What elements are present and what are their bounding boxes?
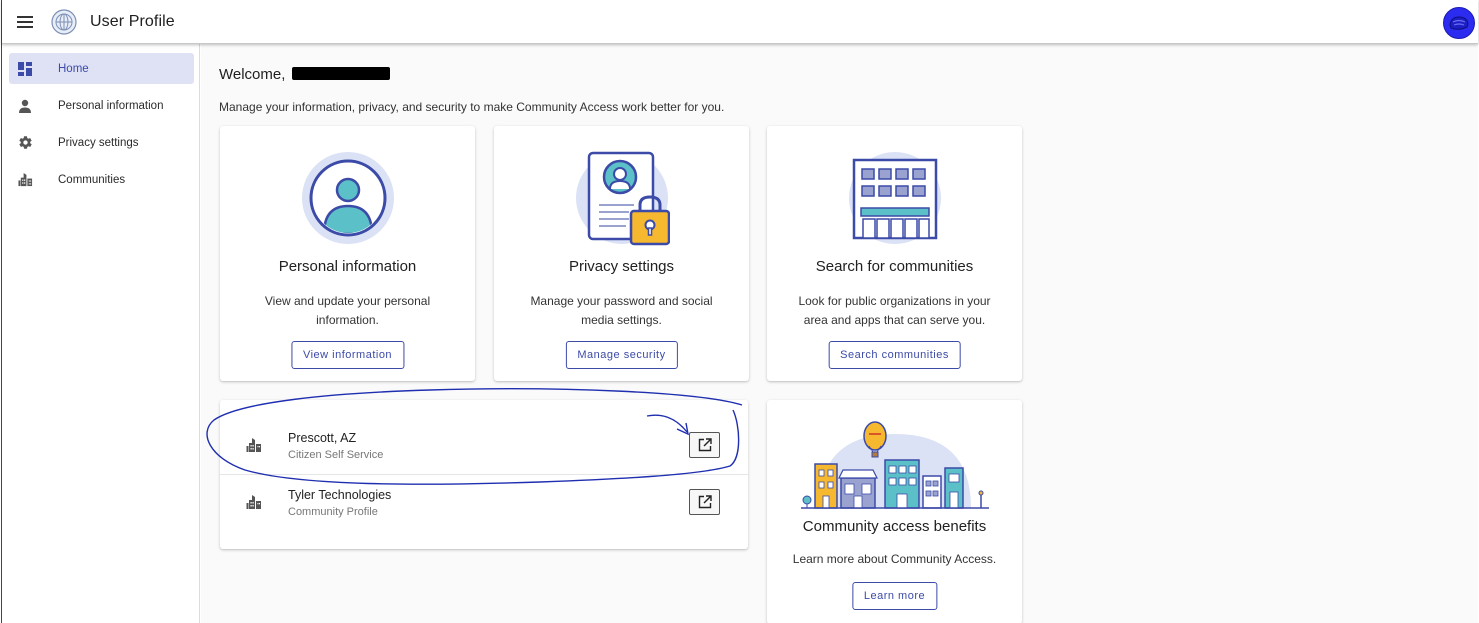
manage-security-button[interactable]: Manage security [565,341,678,369]
my-communities-card: Prescott, AZ Citizen Self Service Tyler … [220,400,748,549]
learn-more-button[interactable]: Learn more [851,582,938,610]
card-title: Privacy settings [568,258,675,275]
card-description: Learn more about Community Access. [792,552,997,566]
globe-logo-icon [51,8,77,35]
open-in-new-icon [698,495,712,509]
document-lock-illustration [575,151,670,246]
main-content: Welcome, Manage your information, privac… [201,44,1478,623]
card-description: Look for public organizations in your ar… [798,294,991,327]
redacted-user-name [291,67,390,80]
card-description: View and update your personal informatio… [264,294,431,327]
card-title: Community access benefits [802,518,987,535]
sidebar-item-personal-information[interactable]: Personal information [9,90,194,121]
community-benefits-card: Community access benefits Learn more abo… [767,400,1022,623]
dashboard-icon [17,61,33,77]
app-window: User Profile Home Personal information P… [1,0,1478,623]
personal-information-card: Personal information View and update you… [220,126,475,381]
city-buildings-icon [246,438,261,452]
gear-icon [17,135,33,151]
sidebar: Home Personal information Privacy settin… [2,44,200,623]
welcome-heading: Welcome, [219,66,390,83]
sidebar-item-label: Communities [58,173,126,186]
open-in-new-button[interactable] [689,489,720,515]
card-title: Personal information [278,258,417,275]
community-subtitle: Community Profile [288,506,378,518]
community-name: Prescott, AZ [288,431,357,445]
person-icon [17,98,33,114]
person-circle-illustration [301,152,394,244]
app-title: User Profile [90,12,175,30]
list-item: Tyler Technologies Community Profile [220,476,748,532]
office-building-illustration [848,152,941,244]
community-subtitle: Citizen Self Service [288,449,384,461]
search-communities-card: Search for communities Look for public o… [767,126,1022,381]
card-title: Search for communities [815,258,974,275]
sidebar-item-label: Privacy settings [58,136,139,149]
city-buildings-icon [17,172,33,188]
page-subtitle: Manage your information, privacy, and se… [219,100,725,114]
welcome-text: Welcome, [219,66,286,83]
sidebar-item-label: Home [58,62,89,75]
search-communities-button[interactable]: Search communities [828,341,961,369]
sidebar-item-communities[interactable]: Communities [9,164,194,195]
sidebar-item-label: Personal information [58,99,164,112]
privacy-settings-card: Privacy settings Manage your password an… [494,126,749,381]
town-illustration [801,421,989,509]
hamburger-menu-icon[interactable] [13,10,37,34]
list-item: Prescott, AZ Citizen Self Service [220,419,748,475]
card-description: Manage your password and social media se… [530,294,713,327]
community-name: Tyler Technologies [288,488,392,502]
open-in-new-button[interactable] [689,432,720,458]
open-in-new-icon [698,438,712,452]
view-information-button[interactable]: View information [290,341,405,369]
user-avatar-icon[interactable] [1443,7,1475,39]
top-bar: User Profile [2,0,1478,44]
sidebar-item-home[interactable]: Home [9,53,194,84]
sidebar-item-privacy-settings[interactable]: Privacy settings [9,127,194,158]
city-buildings-icon [246,495,261,509]
